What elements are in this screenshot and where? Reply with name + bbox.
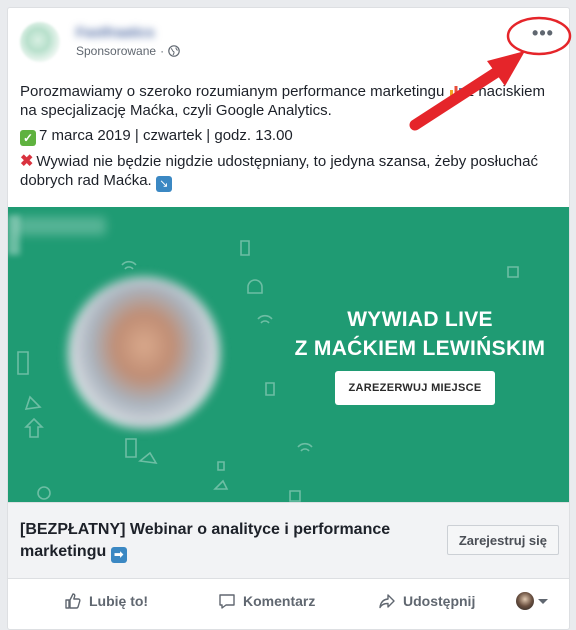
cross-mark-emoji: ✖ bbox=[20, 153, 34, 170]
reserve-seat-button[interactable]: ZAREZERWUJ MIEJSCE bbox=[335, 371, 495, 405]
check-mark-emoji: ✓ bbox=[20, 130, 36, 146]
like-button[interactable]: Lubię to! bbox=[56, 585, 156, 617]
user-avatar bbox=[516, 592, 534, 610]
post-message: Porozmawiamy o szeroko rozumianym perfor… bbox=[20, 82, 560, 198]
share-button[interactable]: Udostępnij bbox=[370, 585, 483, 617]
bar-chart-emoji bbox=[449, 86, 462, 97]
comment-button[interactable]: Komentarz bbox=[210, 585, 323, 617]
reaction-identity-selector[interactable] bbox=[508, 585, 556, 617]
arrow-down-right-emoji: ↘ bbox=[155, 176, 172, 192]
share-arrow-icon bbox=[379, 594, 395, 609]
post-text-line-1: Porozmawiamy o szeroko rozumianym perfor… bbox=[20, 83, 546, 119]
more-options-button[interactable]: ••• bbox=[525, 20, 561, 46]
chevron-down-icon bbox=[538, 598, 548, 604]
sponsored-post-card: Fastfraatics Sponsorowane · ••• Porozmaw… bbox=[7, 7, 570, 630]
sponsored-label[interactable]: Sponsorowane · bbox=[76, 44, 180, 58]
speaker-photo bbox=[68, 277, 220, 429]
comment-icon bbox=[219, 594, 235, 609]
more-options-icon: ••• bbox=[532, 22, 554, 43]
thumbs-up-icon bbox=[65, 593, 81, 609]
page-name-link[interactable]: Fastfraatics bbox=[76, 24, 155, 40]
banner-headline: WYWIAD LIVE Z MAĆKIEM LEWIŃSKIM bbox=[294, 308, 546, 360]
arrow-right-emoji: ➡ bbox=[110, 547, 127, 563]
globe-icon bbox=[168, 45, 180, 57]
post-header: Fastfraatics Sponsorowane · ••• bbox=[8, 8, 569, 83]
register-button[interactable]: Zarejestruj się bbox=[446, 525, 559, 555]
ad-banner-image[interactable]: WYWIAD LIVE Z MAĆKIEM LEWIŃSKIM ZAREZERW… bbox=[8, 207, 569, 502]
post-actions-bar: Lubię to! Komentarz Udostępnij bbox=[8, 578, 569, 622]
link-preview[interactable]: [BEZPŁATNY] Webinar o analityce i perfor… bbox=[8, 502, 569, 578]
link-title[interactable]: [BEZPŁATNY] Webinar o analityce i perfor… bbox=[20, 519, 420, 563]
post-text-line-2: ✓ 7 marca 2019 | czwartek | godz. 13.00 bbox=[20, 126, 560, 146]
post-text-line-3: ✖ Wywiad nie będzie nigdzie udostępniany,… bbox=[20, 153, 538, 192]
page-avatar[interactable] bbox=[20, 22, 60, 62]
